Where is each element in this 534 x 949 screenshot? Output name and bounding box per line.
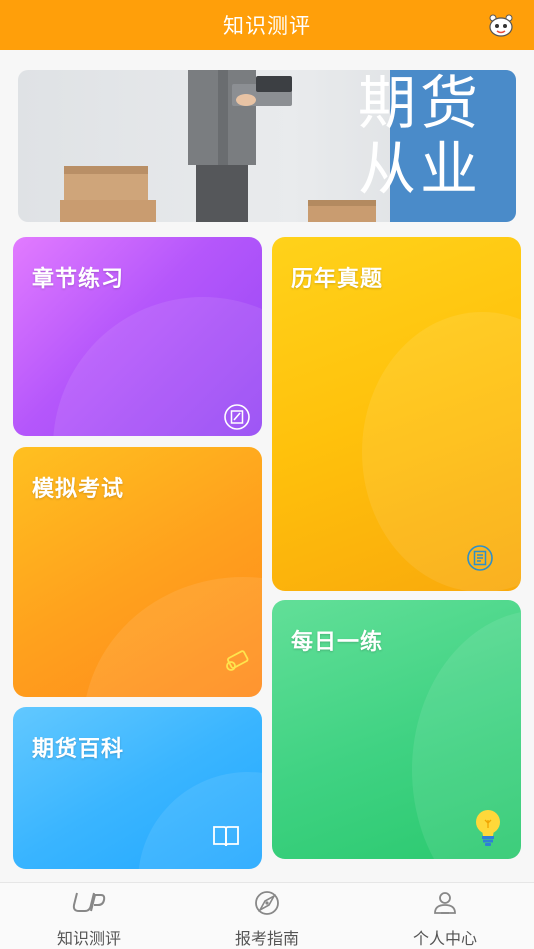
document-icon (467, 545, 493, 571)
lightbulb-icon (476, 810, 500, 846)
robot-icon[interactable] (488, 13, 514, 37)
card-decor (412, 610, 521, 859)
edit-note-icon (224, 404, 250, 430)
card-futures-wiki[interactable]: 期货百科 (13, 707, 262, 869)
up-logo-icon (72, 892, 106, 912)
bottom-tab-bar: 知识测评 报考指南 个人中心 (0, 882, 534, 949)
card-decor (362, 312, 521, 591)
tab-personal-center[interactable]: 个人中心 (356, 883, 534, 949)
card-label: 模拟考试 (32, 477, 125, 502)
tab-label: 个人中心 (412, 929, 477, 948)
card-decor (83, 577, 262, 697)
card-label: 章节练习 (32, 267, 125, 292)
card-decor (138, 772, 262, 869)
compass-icon (255, 891, 279, 915)
tab-label: 报考指南 (234, 929, 299, 948)
tab-knowledge-test[interactable]: 知识测评 (0, 883, 178, 949)
card-label: 历年真题 (291, 267, 384, 292)
card-label: 每日一练 (291, 630, 384, 655)
card-past-exams[interactable]: 历年真题 (272, 237, 521, 591)
app-header: 知识测评 (0, 0, 534, 50)
card-chapter-practice[interactable]: 章节练习 (13, 237, 262, 436)
diploma-scroll-icon (226, 650, 249, 671)
card-daily-practice[interactable]: 每日一练 (272, 600, 521, 859)
card-label: 期货百科 (32, 737, 125, 762)
tab-label: 知识测评 (56, 929, 121, 948)
page-title: 知识测评 (223, 14, 311, 38)
person-icon (434, 892, 456, 914)
promo-banner[interactable]: 期货 从业 (18, 70, 516, 222)
card-mock-exam[interactable]: 模拟考试 (13, 447, 262, 697)
open-book-icon (213, 826, 239, 847)
banner-calligraphy: 期货 从业 (358, 70, 483, 203)
tab-exam-guide[interactable]: 报考指南 (178, 883, 356, 949)
